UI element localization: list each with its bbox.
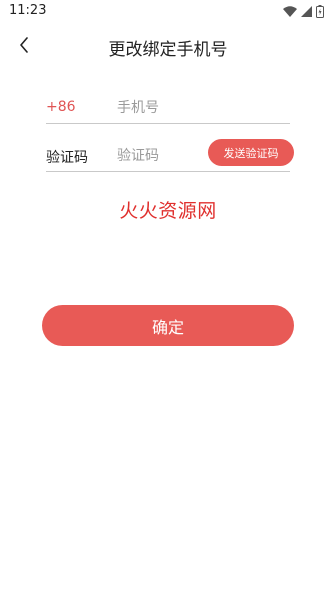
wifi-icon xyxy=(283,6,297,17)
phone-row: +86 xyxy=(46,93,290,124)
confirm-button[interactable]: 确定 xyxy=(42,305,294,346)
status-icons xyxy=(283,5,324,18)
battery-icon xyxy=(316,5,324,18)
app-bar: 更改绑定手机号 xyxy=(0,24,336,70)
watermark-text: 火火资源网 xyxy=(119,200,217,222)
send-code-button[interactable]: 发送验证码 xyxy=(208,139,294,166)
code-label: 验证码 xyxy=(46,150,88,166)
phone-input[interactable] xyxy=(117,96,287,120)
status-bar: 11:23 xyxy=(0,0,336,24)
country-code-label: +86 xyxy=(46,99,76,115)
signal-icon xyxy=(301,6,312,17)
change-phone-screen: 11:23 更改绑定手机号 +86 验证码 发送验证码 火火资源网 xyxy=(0,0,336,597)
page-title: 更改绑定手机号 xyxy=(108,40,228,60)
status-time: 11:23 xyxy=(9,3,47,18)
code-input[interactable] xyxy=(117,144,205,168)
